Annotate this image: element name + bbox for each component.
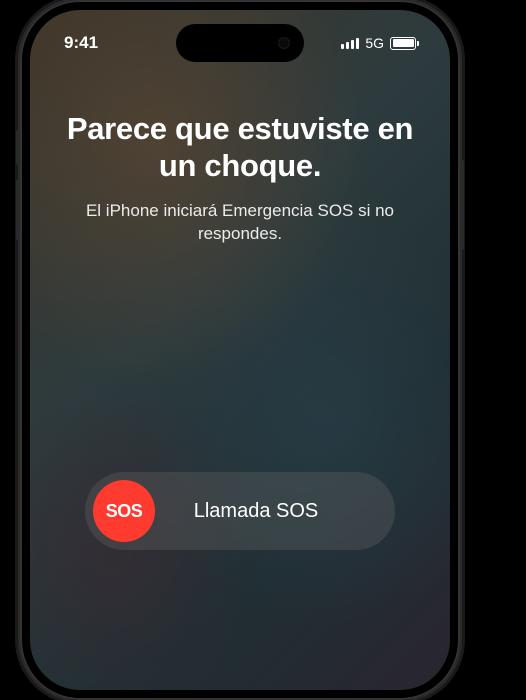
mute-switch[interactable]: [16, 130, 20, 165]
power-button[interactable]: [460, 160, 464, 250]
status-time: 9:41: [64, 33, 98, 53]
phone-screen: 9:41 5G Parece que estuviste en un choqu…: [30, 10, 450, 690]
signal-icon: [341, 38, 359, 49]
status-bar: 9:41 5G: [30, 28, 450, 58]
sos-slider[interactable]: SOS Llamada SOS: [85, 472, 395, 550]
crash-alert-content: Parece que estuviste en un choque. El iP…: [30, 110, 450, 246]
sos-knob-label: SOS: [106, 501, 143, 522]
volume-button[interactable]: [16, 180, 20, 240]
status-indicators: 5G: [341, 35, 416, 51]
sos-knob[interactable]: SOS: [93, 480, 155, 542]
alert-subtext: El iPhone iniciará Emergencia SOS si no …: [60, 200, 420, 246]
network-type: 5G: [365, 35, 384, 51]
phone-frame: 9:41 5G Parece que estuviste en un choqu…: [20, 0, 460, 700]
alert-headline: Parece que estuviste en un choque.: [60, 110, 420, 184]
battery-icon: [390, 37, 416, 50]
sos-slider-label: Llamada SOS: [155, 500, 387, 523]
